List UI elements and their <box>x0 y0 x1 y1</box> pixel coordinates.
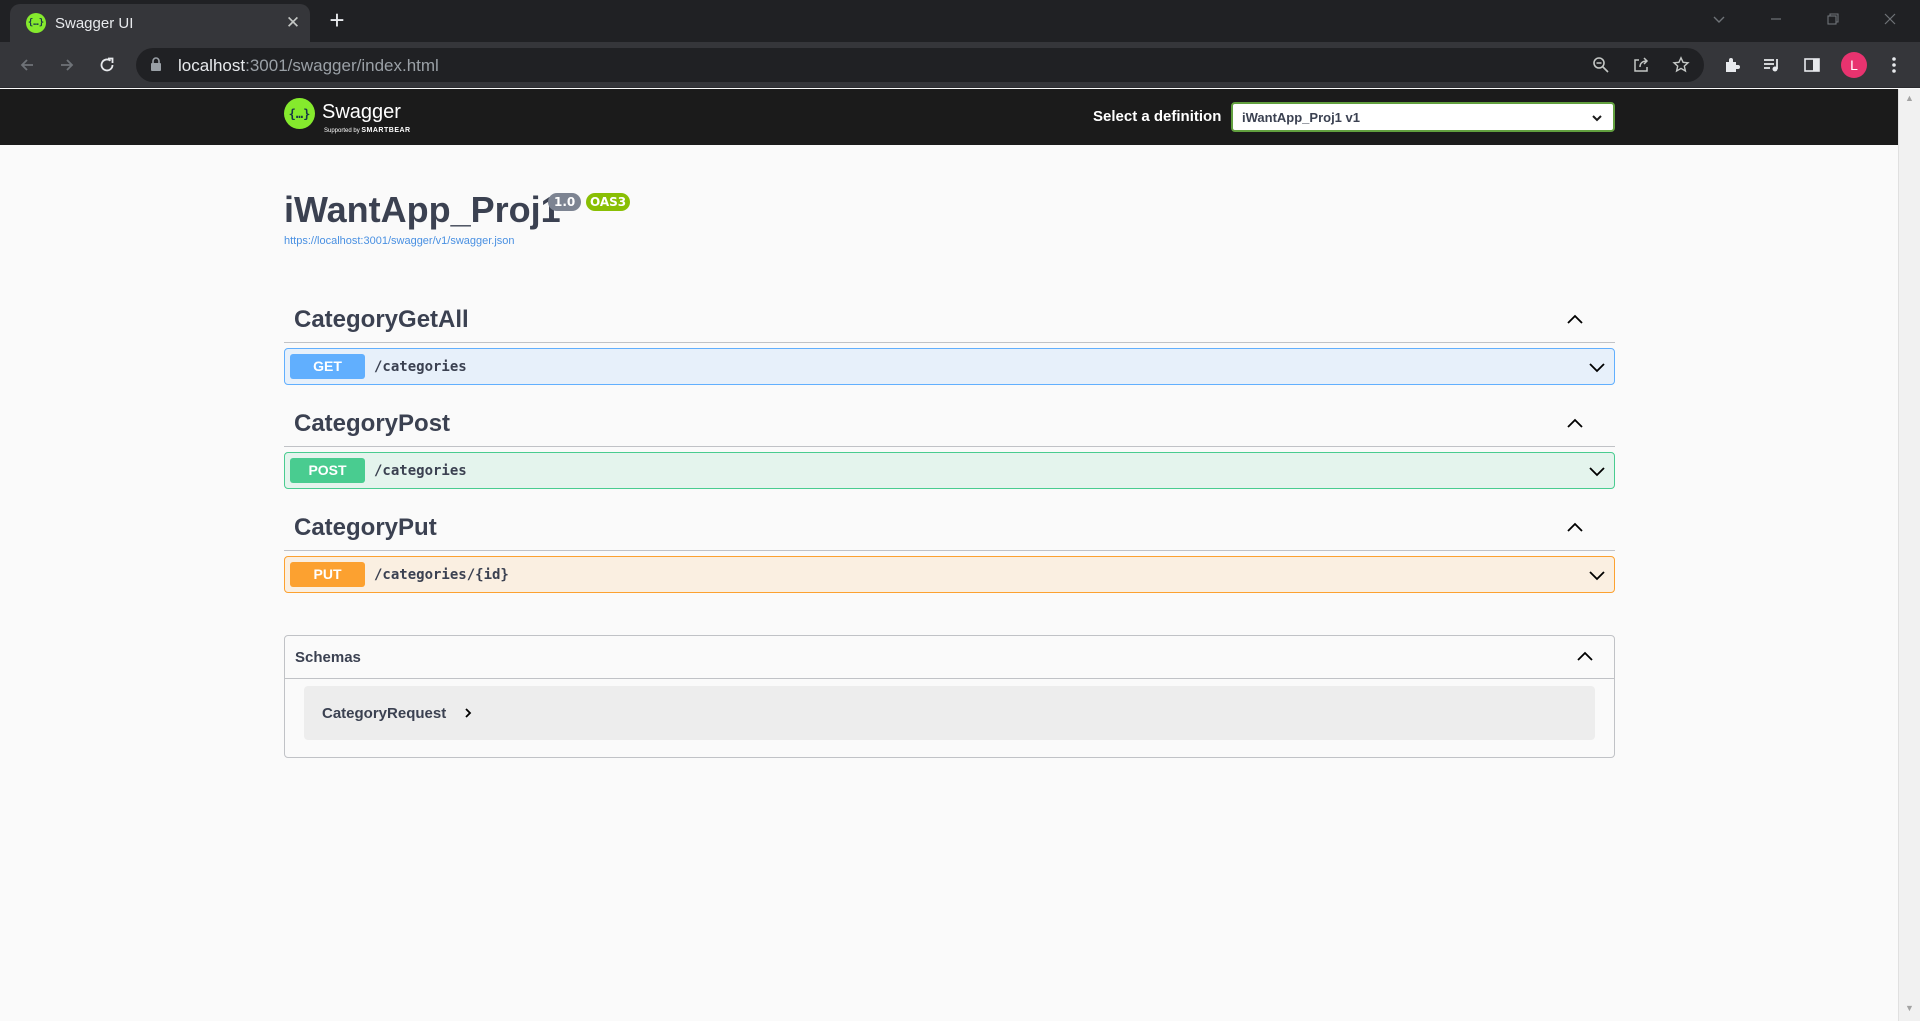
extensions-icon[interactable] <box>1721 54 1743 76</box>
url-text: localhost:3001/swagger/index.html <box>178 56 439 75</box>
tag-name: CategoryPut <box>294 514 437 541</box>
method-badge: GET <box>290 354 365 379</box>
chevron-up-icon[interactable] <box>1565 517 1585 537</box>
operation-path: /categories <box>374 463 467 479</box>
chevron-down-icon <box>1591 111 1603 129</box>
api-title: iWantApp_Proj1 <box>284 189 561 230</box>
tag-section-categorypost: CategoryPost POST /categories <box>284 396 1615 489</box>
scroll-up-icon[interactable]: ▲ <box>1905 93 1914 103</box>
page-scrollbar[interactable]: ▲ ▼ <box>1898 89 1920 1021</box>
spec-json-link[interactable]: https://localhost:3001/swagger/v1/swagge… <box>284 235 515 247</box>
chevron-down-icon[interactable] <box>1588 566 1606 589</box>
minimize-icon[interactable] <box>1753 0 1799 38</box>
scroll-down-icon[interactable]: ▼ <box>1905 1003 1914 1013</box>
address-bar[interactable]: localhost:3001/swagger/index.html <box>136 48 1704 82</box>
swagger-logo-subtitle: Supported by SMARTBEAR <box>324 127 411 134</box>
schemas-section: Schemas CategoryRequest <box>284 635 1615 758</box>
schemas-title: Schemas <box>295 649 361 666</box>
zoom-icon[interactable] <box>1591 55 1611 75</box>
model-name: CategoryRequest <box>322 705 447 722</box>
method-badge: PUT <box>290 562 365 587</box>
tag-section-categorygetall: CategoryGetAll GET /categories <box>284 292 1615 385</box>
media-control-icon[interactable] <box>1761 54 1783 76</box>
profile-avatar[interactable]: L <box>1841 52 1867 78</box>
chevron-up-icon[interactable] <box>1565 309 1585 329</box>
tag-header[interactable]: CategoryGetAll <box>284 292 1615 343</box>
operation-put-category-by-id[interactable]: PUT /categories/{id} <box>284 556 1615 593</box>
tag-section-categoryput: CategoryPut PUT /categories/{id} <box>284 500 1615 593</box>
operation-get-categories[interactable]: GET /categories <box>284 348 1615 385</box>
browser-tabstrip: {…} Swagger UI ✕ + <box>0 0 1920 42</box>
swagger-logo-icon: {…} <box>284 98 315 129</box>
bookmark-star-icon[interactable] <box>1671 55 1691 75</box>
lock-icon[interactable] <box>150 57 162 77</box>
operation-path: /categories <box>374 359 467 375</box>
operation-path: /categories/{id} <box>374 567 509 583</box>
share-icon[interactable] <box>1631 55 1651 75</box>
oas-badge: OAS3 <box>586 193 631 211</box>
chevron-up-icon[interactable] <box>1576 648 1594 671</box>
method-badge: POST <box>290 458 365 483</box>
version-badge: 1.0 <box>548 193 582 211</box>
tag-name: CategoryPost <box>294 410 451 437</box>
new-tab-icon[interactable]: + <box>323 7 351 35</box>
chevron-right-icon[interactable] <box>463 706 473 725</box>
chevron-down-icon[interactable] <box>1588 462 1606 485</box>
definition-select[interactable]: iWantApp_Proj1 v1 <box>1231 102 1615 132</box>
chevron-up-icon[interactable] <box>1565 413 1585 433</box>
side-panel-icon[interactable] <box>1801 54 1823 76</box>
tag-name: CategoryGetAll <box>294 306 469 333</box>
model-item-categoryrequest[interactable]: CategoryRequest <box>304 686 1595 740</box>
reload-icon[interactable] <box>93 51 121 79</box>
swagger-logo[interactable]: {…} Swagger Supported by SMARTBEAR <box>284 98 434 138</box>
definition-select-value: iWantApp_Proj1 v1 <box>1242 110 1360 125</box>
tab-title: Swagger UI <box>55 15 134 32</box>
swagger-logo-text: Swagger <box>322 101 401 123</box>
browser-tab[interactable]: {…} Swagger UI ✕ <box>10 4 310 42</box>
back-icon[interactable] <box>13 51 41 79</box>
browser-toolbar: localhost:3001/swagger/index.html L <box>0 42 1920 88</box>
restore-icon[interactable] <box>1810 0 1856 38</box>
tab-close-icon[interactable]: ✕ <box>282 12 304 34</box>
tab-search-icon[interactable] <box>1696 0 1742 38</box>
tag-header[interactable]: CategoryPut <box>284 500 1615 551</box>
schemas-header[interactable]: Schemas <box>285 636 1614 679</box>
definition-label: Select a definition <box>1093 108 1222 125</box>
swagger-topbar: {…} Swagger Supported by SMARTBEAR Selec… <box>0 89 1898 145</box>
chevron-down-icon[interactable] <box>1588 358 1606 381</box>
close-window-icon[interactable] <box>1867 0 1913 38</box>
operation-post-categories[interactable]: POST /categories <box>284 452 1615 489</box>
menu-kebab-icon[interactable] <box>1883 54 1905 76</box>
tag-header[interactable]: CategoryPost <box>284 396 1615 447</box>
swagger-favicon-icon: {…} <box>26 13 46 33</box>
forward-icon[interactable] <box>53 51 81 79</box>
